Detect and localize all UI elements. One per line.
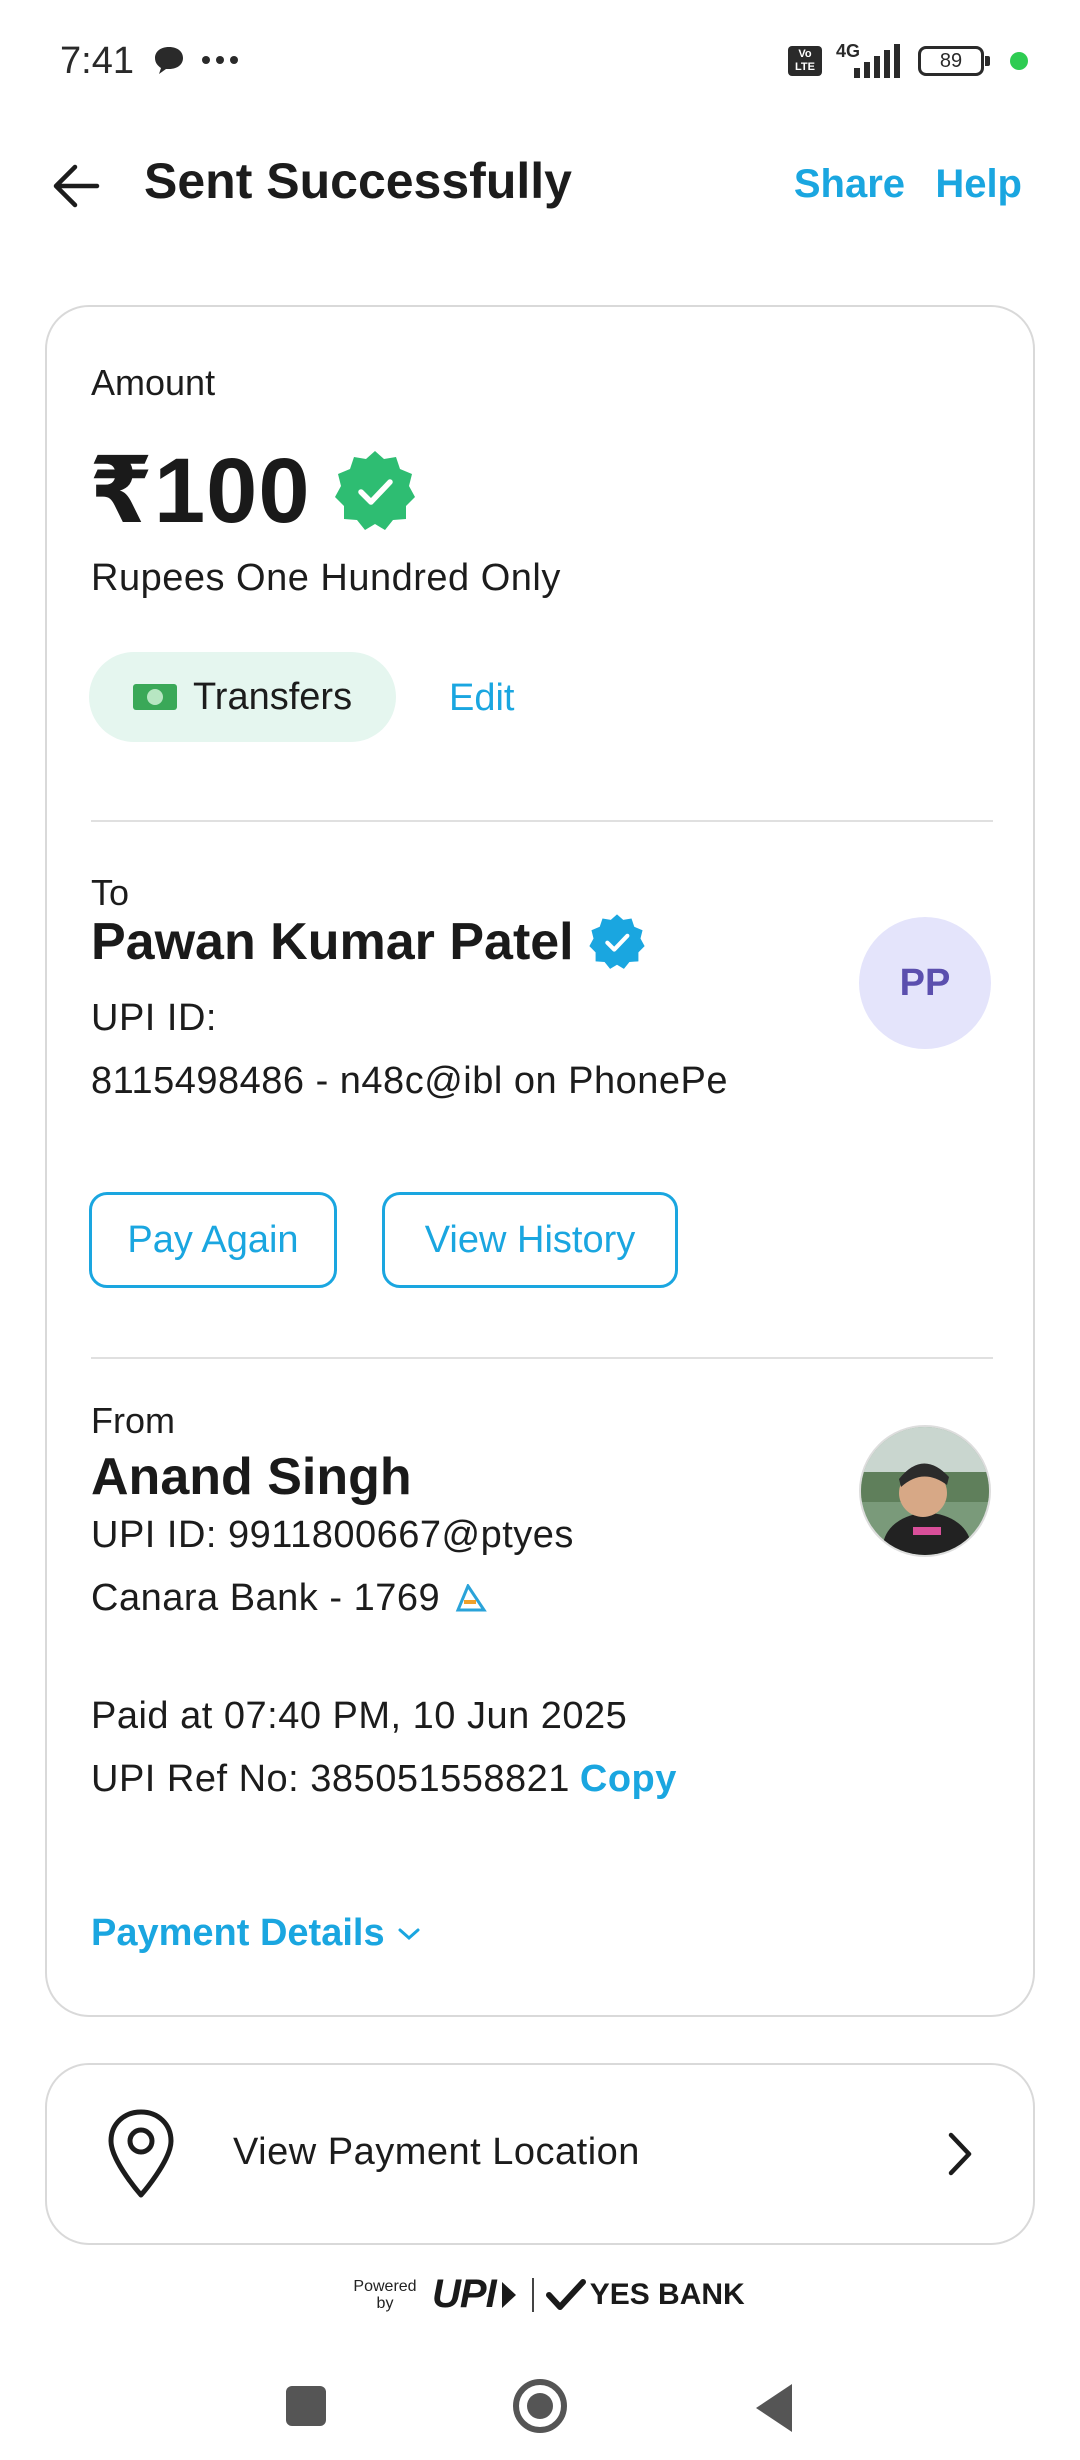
amount-row: ₹100 [89,437,417,544]
privacy-indicator-dot [1010,52,1028,70]
location-pin-icon [108,2109,174,2198]
category-label: Transfers [193,675,353,718]
upi-logo: UPI [432,2272,497,2316]
recipient-avatar: PP [859,917,991,1049]
share-button[interactable]: Share [794,162,905,207]
page-title: Sent Successfully [144,153,572,209]
divider [91,820,993,822]
status-notification-icons [152,44,240,76]
chat-bubble-icon [155,47,183,74]
network-type: 4G [835,40,860,61]
sender-name: Anand Singh [91,1448,412,1506]
category-chip[interactable]: Transfers [89,652,397,742]
status-bar: 7:41 Vo LTE 4G 89 [0,0,1080,130]
sender-upi-id: UPI ID: 9911800667@ptyes [91,1514,574,1556]
to-label: To [91,872,130,913]
recipient-name: Pawan Kumar Patel [91,913,574,971]
recipient-name-row: Pawan Kumar Patel [91,912,646,972]
logo-separator [531,2277,534,2312]
copy-ref-button[interactable]: Copy [580,1758,677,1800]
upi-ref-row: UPI Ref No: 385051558821 Copy [91,1758,677,1801]
help-button[interactable]: Help [935,162,1022,207]
payment-details-toggle[interactable]: Payment Details [91,1912,421,1955]
recipient-upi-detail: 8115498486 - n48c@ibl on PhonePe [91,1060,729,1102]
money-icon [133,684,177,710]
pay-again-button[interactable]: Pay Again [89,1192,337,1288]
sender-bank-row: Canara Bank - 1769 [91,1577,488,1620]
system-back-button[interactable] [756,2384,792,2432]
sender-photo [861,1427,989,1555]
home-button[interactable] [513,2379,567,2433]
sender-avatar [859,1425,991,1557]
powered-by-label: Powered by [353,2277,417,2312]
edit-category-link[interactable]: Edit [449,677,514,720]
from-label: From [91,1400,175,1441]
amount-in-words: Rupees One Hundred Only [91,557,561,599]
divider [91,1357,993,1359]
amount-value: ₹100 [89,440,311,542]
verified-check-icon [589,914,645,969]
yes-bank-check-icon [545,2278,586,2310]
battery-level: 89 [939,50,963,72]
paid-at: Paid at 07:40 PM, 10 Jun 2025 [91,1695,628,1737]
view-history-button[interactable]: View History [382,1192,678,1288]
yes-bank-label: YES BANK [589,2277,745,2311]
volte-icon: Vo LTE [787,46,822,76]
yes-bank-logo: YES BANK [545,2277,745,2312]
chevron-down-icon [398,1928,420,1940]
app-header: Sent Successfully Share Help [0,140,1080,230]
payment-details-label: Payment Details [91,1912,385,1954]
recents-button[interactable] [286,2386,326,2426]
battery-icon: 89 [918,46,990,76]
upi-ref-number: UPI Ref No: 385051558821 [91,1758,570,1800]
system-nav-bar [0,2350,1080,2460]
view-payment-location-card[interactable]: View Payment Location [45,2063,1035,2245]
more-dots-icon [202,56,238,64]
status-time: 7:41 [60,40,134,82]
back-arrow-icon [53,164,100,208]
upi-arrow-icon [501,2281,516,2308]
verified-check-icon [334,450,415,530]
amount-label: Amount [91,362,216,403]
status-system-icons: Vo LTE 4G 89 [787,40,1028,78]
powered-by-footer: Powered by UPI YES BANK [350,2272,745,2317]
recipient-upi-label: UPI ID: [91,997,217,1039]
view-payment-location-label: View Payment Location [233,2131,640,2173]
chevron-right-icon [948,2132,972,2176]
back-button[interactable] [46,156,106,216]
upi-bank-icon [455,1583,487,1611]
transaction-card: Amount ₹100 Rupees One Hundred Only Tran… [45,305,1035,2017]
sender-bank: Canara Bank - 1769 [91,1577,441,1619]
